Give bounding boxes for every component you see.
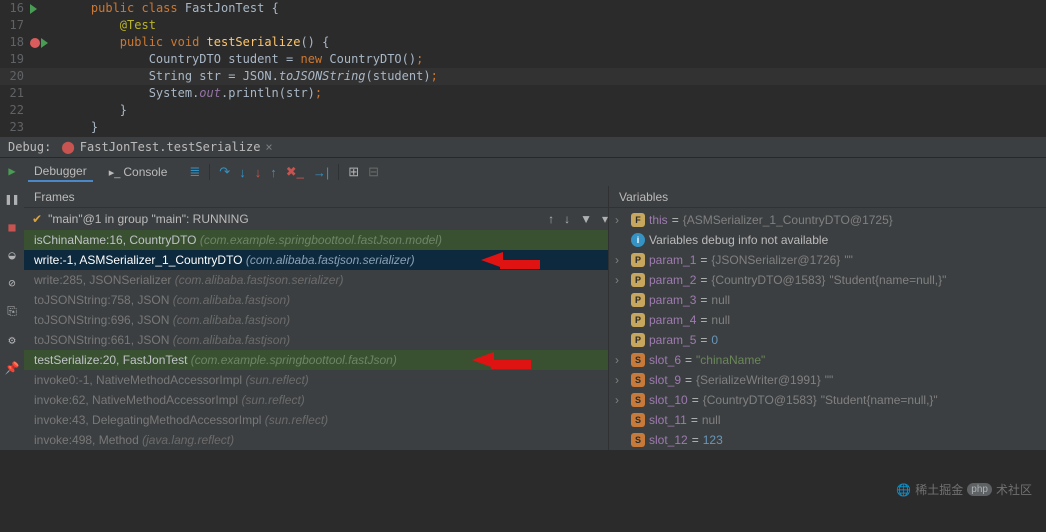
run-to-cursor-icon[interactable]: →| [313, 165, 329, 180]
frame-row[interactable]: toJSONString:758, JSON (com.alibaba.fast… [24, 290, 608, 310]
console-icon: ▸_ [109, 167, 121, 179]
code-line[interactable]: 23 } [0, 119, 1046, 136]
variable-row[interactable]: ›Fthis = {ASMSerializer_1_CountryDTO@172… [609, 210, 1046, 230]
variables-header: Variables [609, 186, 1046, 208]
debug-run-tab[interactable]: ⬤ FastJonTest.testSerialize × [61, 140, 272, 154]
tab-console[interactable]: ▸_Console [103, 163, 174, 181]
variable-row[interactable]: Pparam_5 = 0 [609, 330, 1046, 350]
frame-list[interactable]: isChinaName:16, CountryDTO (com.example.… [24, 230, 608, 450]
frame-row[interactable]: invoke0:-1, NativeMethodAccessorImpl (su… [24, 370, 608, 390]
pin-icon[interactable]: 📌 [5, 361, 20, 375]
frame-row[interactable]: invoke:43, DelegatingMethodAccessorImpl … [24, 410, 608, 430]
debug-panel: ▶ ❚❚ ■ ◒ ⊘ ⎘ ⚙ 📌 Debugger ▸_Console ≣ ↷ … [0, 158, 1046, 450]
bug-icon: ⬤ [61, 140, 74, 154]
thread-selector[interactable]: ✔ "main"@1 in group "main": RUNNING ↑ ↓ … [24, 208, 608, 230]
close-icon[interactable]: × [265, 140, 272, 154]
evaluate-icon[interactable]: ⊞ [348, 164, 359, 180]
debug-left-toolbar: ▶ ❚❚ ■ ◒ ⊘ ⎘ ⚙ 📌 [0, 158, 24, 450]
pointer-arrow-icon [481, 252, 540, 270]
resume-icon[interactable]: ▶ [8, 164, 15, 178]
variables-pane: Variables ›Fthis = {ASMSerializer_1_Coun… [609, 186, 1046, 450]
variable-row[interactable]: Sslot_11 = null [609, 410, 1046, 430]
code-line[interactable]: 19 CountryDTO student = new CountryDTO()… [0, 51, 1046, 68]
arrow-up-icon[interactable]: ↑ [548, 212, 554, 226]
layout-icon[interactable]: ≣ [189, 164, 200, 180]
stop-icon[interactable]: ■ [8, 220, 15, 234]
variable-row[interactable]: Sslot_12 = 123 [609, 430, 1046, 450]
mute-breakpoints-icon[interactable]: ⊘ [8, 276, 15, 290]
debug-tab-label: FastJonTest.testSerialize [80, 140, 261, 154]
settings-icon[interactable]: ⚙ [8, 333, 15, 347]
thread-label: "main"@1 in group "main": RUNNING [48, 212, 249, 226]
variable-row[interactable]: ›Pparam_2 = {CountryDTO@1583} "Student{n… [609, 270, 1046, 290]
pause-icon[interactable]: ❚❚ [5, 192, 19, 206]
debugger-tab-row: Debugger ▸_Console ≣ ↷ ↓ ↓ ↑ ✖_ →| ⊞ ⊟ [24, 158, 1046, 186]
frame-row[interactable]: invoke:62, NativeMethodAccessorImpl (sun… [24, 390, 608, 410]
filter-icon[interactable]: ▼ [580, 212, 592, 226]
thread-dump-icon[interactable]: ⎘ [7, 304, 17, 319]
variable-row[interactable]: ›Sslot_6 = "chinaName" [609, 350, 1046, 370]
view-breakpoints-icon[interactable]: ◒ [8, 248, 15, 262]
code-line[interactable]: 22 } [0, 102, 1046, 119]
debug-tab-bar: Debug: ⬤ FastJonTest.testSerialize × [0, 136, 1046, 158]
chevron-down-icon[interactable]: ▾ [602, 212, 608, 226]
frame-row[interactable]: testSerialize:20, FastJonTest (com.examp… [24, 350, 608, 370]
run-gutter-icon[interactable] [41, 38, 48, 48]
arrow-down-icon[interactable]: ↓ [564, 212, 570, 226]
code-line[interactable]: 17 @Test [0, 17, 1046, 34]
frame-row[interactable]: write:285, JSONSerializer (com.alibaba.f… [24, 270, 608, 290]
code-line[interactable]: 21 System.out.println(str); [0, 85, 1046, 102]
variable-list[interactable]: ›Fthis = {ASMSerializer_1_CountryDTO@172… [609, 208, 1046, 450]
code-line[interactable]: 18 public void testSerialize() { [0, 34, 1046, 51]
trace-icon[interactable]: ⊟ [368, 164, 379, 180]
variable-row[interactable]: Pparam_3 = null [609, 290, 1046, 310]
frame-row[interactable]: isChinaName:16, CountryDTO (com.example.… [24, 230, 608, 250]
variable-row[interactable]: ›Sslot_10 = {CountryDTO@1583} "Student{n… [609, 390, 1046, 410]
breakpoint-icon[interactable] [30, 38, 40, 48]
check-icon: ✔ [32, 212, 42, 226]
frame-row[interactable]: invoke:498, Method (java.lang.reflect) [24, 430, 608, 450]
variable-row[interactable]: iVariables debug info not available [609, 230, 1046, 250]
pointer-arrow-icon [472, 352, 531, 370]
variable-row[interactable]: Pparam_4 = null [609, 310, 1046, 330]
watermark: 🌐 稀土掘金php术社区 [896, 481, 1032, 498]
code-line[interactable]: 20 String str = JSON.toJSONString(studen… [0, 68, 1046, 85]
code-editor[interactable]: 16 public class FastJonTest {17 @Test18 … [0, 0, 1046, 136]
frame-row[interactable]: toJSONString:661, JSON (com.alibaba.fast… [24, 330, 608, 350]
frames-header: Frames [24, 186, 608, 208]
tab-debugger[interactable]: Debugger [28, 162, 93, 182]
step-into-icon[interactable]: ↓ [239, 165, 246, 180]
watermark-globe-icon: 🌐 [896, 483, 911, 497]
frame-row[interactable]: toJSONString:696, JSON (com.alibaba.fast… [24, 310, 608, 330]
run-gutter-icon[interactable] [30, 4, 37, 14]
variable-row[interactable]: ›Sslot_9 = {SerializeWriter@1991} "" [609, 370, 1046, 390]
variable-row[interactable]: ›Pparam_1 = {JSONSerializer@1726} "" [609, 250, 1046, 270]
drop-frame-icon[interactable]: ✖_ [286, 164, 304, 180]
code-line[interactable]: 16 public class FastJonTest { [0, 0, 1046, 17]
step-out-icon[interactable]: ↑ [270, 165, 277, 180]
step-over-icon[interactable]: ↷ [219, 164, 230, 180]
force-step-into-icon[interactable]: ↓ [255, 165, 262, 180]
debug-label: Debug: [8, 140, 51, 154]
frame-row[interactable]: write:-1, ASMSerializer_1_CountryDTO (co… [24, 250, 608, 270]
frames-pane: Frames ✔ "main"@1 in group "main": RUNNI… [24, 186, 609, 450]
